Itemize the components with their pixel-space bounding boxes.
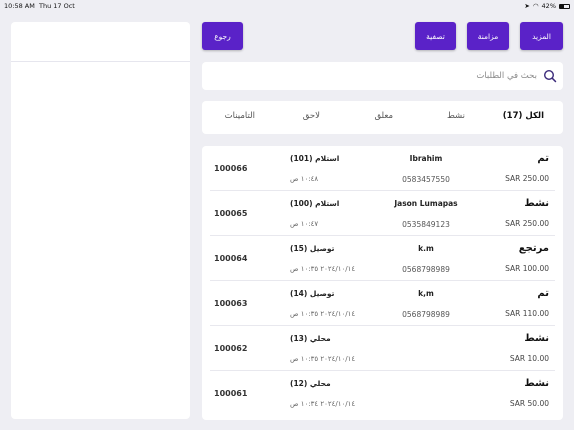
tab-deposits[interactable]: التامينات	[225, 111, 255, 121]
order-row[interactable]: تم SAR 110.00 k,m 0568798989 توصيل (14) …	[210, 281, 555, 326]
order-row[interactable]: نشط SAR 10.00 محلي (13) ٢٠٢٤/١٠/١٤ ١٠:٣٥…	[210, 326, 555, 371]
status-tabs: الكل (17) نشط معلق لاحق التامينات	[202, 101, 563, 134]
order-amount: SAR 250.00	[505, 174, 549, 183]
order-amount: SAR 10.00	[509, 354, 549, 363]
customer-name: k.m	[418, 244, 434, 253]
customer-phone: 0535849123	[402, 220, 450, 229]
side-panel-header	[11, 22, 190, 62]
tab-active[interactable]: نشط	[447, 111, 465, 121]
order-id: 100064	[214, 254, 248, 263]
tab-pending[interactable]: معلق	[374, 111, 393, 121]
order-amount: SAR 110.00	[505, 309, 549, 318]
search-bar	[202, 62, 563, 90]
customer-name: k,m	[418, 289, 434, 298]
order-type: استلام (100)	[290, 199, 340, 208]
order-amount: SAR 100.00	[505, 264, 549, 273]
order-time: ٢٠٢٤/١٠/١٤ ١٠:٣٥ ص	[290, 265, 356, 273]
order-status: نشط	[524, 333, 549, 344]
order-id: 100062	[214, 344, 248, 353]
order-row[interactable]: مرتجع SAR 100.00 k.m 0568798989 توصيل (1…	[210, 236, 555, 281]
orders-list: تم SAR 250.00 Ibrahim 0583457550 استلام …	[202, 146, 563, 420]
order-row[interactable]: نشط SAR 250.00 Jason Lumapas 0535849123 …	[210, 191, 555, 236]
customer-name: Jason Lumapas	[394, 199, 458, 208]
order-status: نشط	[524, 198, 549, 209]
status-time: 10:58 AM Thu 17 Oct	[4, 2, 75, 10]
battery-icon	[559, 3, 570, 9]
wifi-icon: ◠	[532, 2, 539, 10]
order-status: نشط	[524, 378, 549, 389]
order-row[interactable]: تم SAR 250.00 Ibrahim 0583457550 استلام …	[210, 146, 555, 191]
order-time: ٢٠٢٤/١٠/١٤ ١٠:٣٤ ص	[290, 400, 356, 408]
more-button[interactable]: المزيد	[520, 22, 563, 50]
order-id: 100065	[214, 209, 248, 218]
order-status: مرتجع	[518, 243, 549, 254]
sync-button[interactable]: مزامنة	[467, 22, 509, 50]
filter-button[interactable]: تصفية	[415, 22, 456, 50]
order-time: ١٠:٤٧ ص	[290, 220, 319, 228]
status-bar: 10:58 AM Thu 17 Oct ➤ ◠ 42%	[0, 0, 574, 12]
order-type: توصيل (14)	[290, 289, 335, 298]
order-amount: SAR 50.00	[509, 399, 549, 408]
order-id: 100063	[214, 299, 248, 308]
back-button[interactable]: رجوع	[202, 22, 243, 50]
customer-phone: 0568798989	[402, 265, 450, 274]
customer-name: Ibrahim	[409, 154, 443, 163]
search-icon[interactable]	[543, 69, 557, 83]
order-id: 100061	[214, 389, 248, 398]
order-status: تم	[537, 153, 549, 164]
order-id: 100066	[214, 164, 248, 173]
tab-all[interactable]: الكل (17)	[503, 111, 544, 121]
order-time: ٢٠٢٤/١٠/١٤ ١٠:٣٥ ص	[290, 355, 356, 363]
side-panel	[11, 22, 190, 419]
search-input[interactable]	[217, 71, 537, 81]
order-type: استلام (101)	[290, 154, 340, 163]
customer-phone: 0568798989	[402, 310, 450, 319]
location-icon: ➤	[524, 2, 530, 10]
tab-later[interactable]: لاحق	[303, 111, 320, 121]
customer-phone: 0583457550	[402, 175, 450, 184]
order-type: توصيل (15)	[290, 244, 335, 253]
order-status: تم	[537, 288, 549, 299]
status-indicators: ➤ ◠ 42%	[524, 2, 570, 10]
order-time: ٢٠٢٤/١٠/١٤ ١٠:٣٥ ص	[290, 310, 356, 318]
order-type: محلي (12)	[290, 379, 331, 388]
order-amount: SAR 250.00	[505, 219, 549, 228]
order-type: محلي (13)	[290, 334, 331, 343]
order-time: ١٠:٤٨ ص	[290, 175, 319, 183]
battery-percent: 42%	[541, 2, 556, 10]
order-row[interactable]: نشط SAR 50.00 محلي (12) ٢٠٢٤/١٠/١٤ ١٠:٣٤…	[210, 371, 555, 416]
